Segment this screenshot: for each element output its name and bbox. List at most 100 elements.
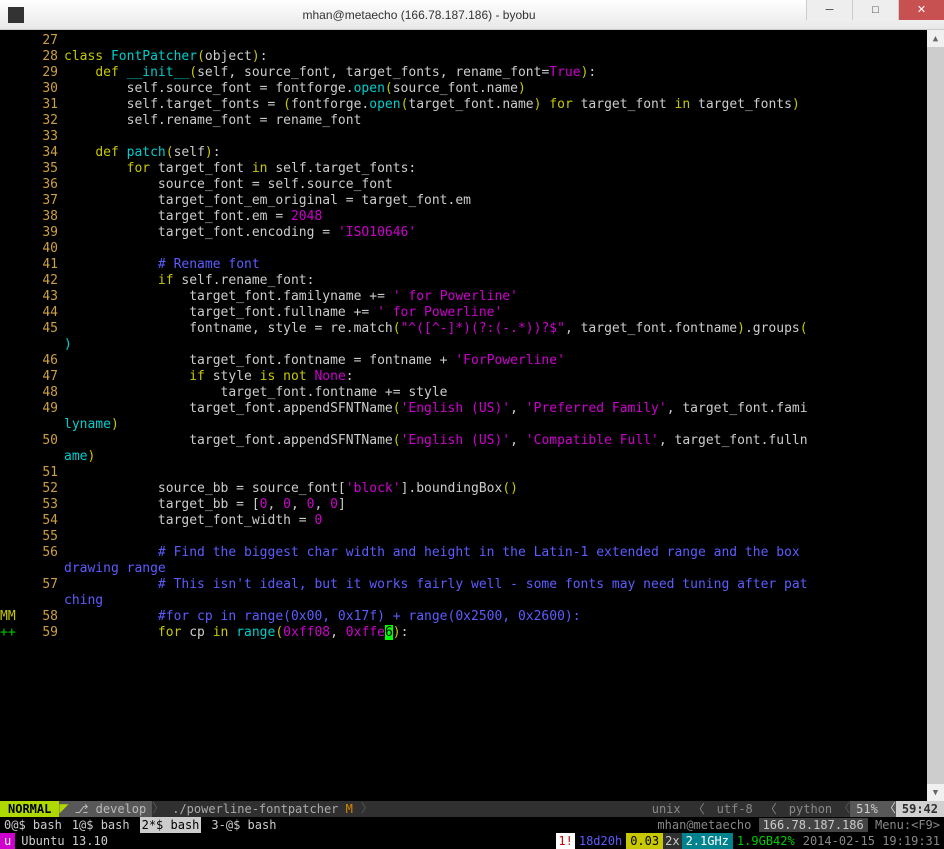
modified-flag: M <box>346 802 353 816</box>
line-number: 56 <box>18 545 58 561</box>
code-line[interactable]: lyname) <box>64 417 944 433</box>
line-number <box>18 593 58 609</box>
code-line[interactable]: for cp in range(0xff08, 0xffe6): <box>64 625 944 641</box>
tmux-window[interactable]: 2*$ bash <box>140 817 202 833</box>
code-line[interactable]: if self.rename_font: <box>64 273 944 289</box>
code-line[interactable]: target_font.appendSFNTName('English (US)… <box>64 401 944 417</box>
code-line[interactable]: for target_font in self.target_fonts: <box>64 161 944 177</box>
sign-cell <box>0 113 18 129</box>
code-line[interactable]: target_font.fullname += ' for Powerline' <box>64 305 944 321</box>
sign-cell <box>0 337 18 353</box>
code-content[interactable]: class FontPatcher(object): def __init__(… <box>64 33 944 801</box>
sign-cell <box>0 353 18 369</box>
line-number: 37 <box>18 193 58 209</box>
code-line[interactable]: ) <box>64 337 944 353</box>
maximize-button[interactable]: □ <box>852 0 898 20</box>
sign-cell <box>0 97 18 113</box>
scrollbar-thumb[interactable] <box>927 47 944 784</box>
line-number: 59 <box>18 625 58 641</box>
line-number <box>18 337 58 353</box>
code-line[interactable]: source_bb = source_font['block'].boundin… <box>64 481 944 497</box>
updates-badge: 1! <box>556 833 574 849</box>
separator-icon: 〉 <box>361 801 373 817</box>
line-number: 40 <box>18 241 58 257</box>
sign-cell: ++ <box>0 625 18 641</box>
code-line[interactable]: #for cp in range(0x00, 0x17f) + range(0x… <box>64 609 944 625</box>
sign-cell <box>0 305 18 321</box>
code-line[interactable]: target_font_width = 0 <box>64 513 944 529</box>
line-number: 55 <box>18 529 58 545</box>
sign-cell <box>0 481 18 497</box>
code-line[interactable]: target_font_em_original = target_font.em <box>64 193 944 209</box>
editor-area[interactable]: MM++ 27282930313233343536373839404142434… <box>0 30 944 801</box>
sign-cell: MM <box>0 609 18 625</box>
sign-cell <box>0 241 18 257</box>
byobu-status-line: u Ubuntu 13.10 1! 18d20h 0.03 2x 2.1GHz … <box>0 833 944 849</box>
sign-cell <box>0 513 18 529</box>
line-number: 58 <box>18 609 58 625</box>
minimize-button[interactable]: ─ <box>806 0 852 20</box>
cpu-count: 2x <box>663 833 681 849</box>
code-line[interactable] <box>64 129 944 145</box>
code-line[interactable]: # This isn't ideal, but it works fairly … <box>64 577 944 593</box>
code-line[interactable] <box>64 241 944 257</box>
line-number: 41 <box>18 257 58 273</box>
sign-cell <box>0 129 18 145</box>
code-line[interactable]: source_font = self.source_font <box>64 177 944 193</box>
code-line[interactable]: fontname, style = re.match("^([^-]*)(?:(… <box>64 321 944 337</box>
separator-icon: 〈 <box>884 801 896 817</box>
tmux-window[interactable]: 1@$ bash <box>72 817 130 833</box>
code-line[interactable] <box>64 529 944 545</box>
code-line[interactable]: target_font.familyname += ' for Powerlin… <box>64 289 944 305</box>
sign-cell <box>0 145 18 161</box>
code-line[interactable]: # Find the biggest char width and height… <box>64 545 944 561</box>
mode-indicator: NORMAL <box>0 801 59 817</box>
scrollbar[interactable]: ▲ ▼ <box>927 30 944 801</box>
separator-icon: 〉 <box>152 801 164 817</box>
scrollbar-track[interactable] <box>927 47 944 784</box>
code-line[interactable]: def __init__(self, source_font, target_f… <box>64 65 944 81</box>
sign-cell <box>0 401 18 417</box>
tmux-window[interactable]: 3-@$ bash <box>211 817 276 833</box>
code-line[interactable]: def patch(self): <box>64 145 944 161</box>
code-line[interactable]: target_font.fontname += style <box>64 385 944 401</box>
code-line[interactable]: target_font.fontname = fontname + 'ForPo… <box>64 353 944 369</box>
code-line[interactable]: target_font.appendSFNTName('English (US)… <box>64 433 944 449</box>
code-line[interactable]: self.source_font = fontforge.open(source… <box>64 81 944 97</box>
line-number: 47 <box>18 369 58 385</box>
line-number: 38 <box>18 209 58 225</box>
line-number: 52 <box>18 481 58 497</box>
line-number: 33 <box>18 129 58 145</box>
code-line[interactable]: class FontPatcher(object): <box>64 49 944 65</box>
code-line[interactable]: ame) <box>64 449 944 465</box>
code-line[interactable]: if style is not None: <box>64 369 944 385</box>
tmux-window[interactable]: 0@$ bash <box>4 817 62 833</box>
tmux-menu-hint: Menu:<F9> <box>875 818 940 832</box>
code-line[interactable]: self.rename_font = rename_font <box>64 113 944 129</box>
window-title: mhan@metaecho (166.78.187.186) - byobu <box>32 7 806 23</box>
git-branch: ⎇ develop <box>69 801 153 817</box>
line-number: 45 <box>18 321 58 337</box>
scroll-down-icon[interactable]: ▼ <box>927 784 944 801</box>
code-line[interactable]: drawing range <box>64 561 944 577</box>
line-number: 50 <box>18 433 58 449</box>
sign-cell <box>0 33 18 49</box>
line-number: 57 <box>18 577 58 593</box>
code-line[interactable] <box>64 465 944 481</box>
code-line[interactable]: target_font.encoding = 'ISO10646' <box>64 225 944 241</box>
line-number: 34 <box>18 145 58 161</box>
file-encoding: utf-8 <box>711 801 759 817</box>
scroll-up-icon[interactable]: ▲ <box>927 30 944 47</box>
window-controls: ─ □ ✕ <box>806 0 944 29</box>
code-line[interactable]: target_font.em = 2048 <box>64 209 944 225</box>
close-button[interactable]: ✕ <box>898 0 944 20</box>
code-line[interactable]: ching <box>64 593 944 609</box>
sign-cell <box>0 497 18 513</box>
code-line[interactable] <box>64 33 944 49</box>
code-line[interactable]: # Rename font <box>64 257 944 273</box>
line-number: 48 <box>18 385 58 401</box>
line-number: 36 <box>18 177 58 193</box>
code-line[interactable]: self.target_fonts = (fontforge.open(targ… <box>64 97 944 113</box>
code-line[interactable]: target_bb = [0, 0, 0, 0] <box>64 497 944 513</box>
sign-cell <box>0 369 18 385</box>
